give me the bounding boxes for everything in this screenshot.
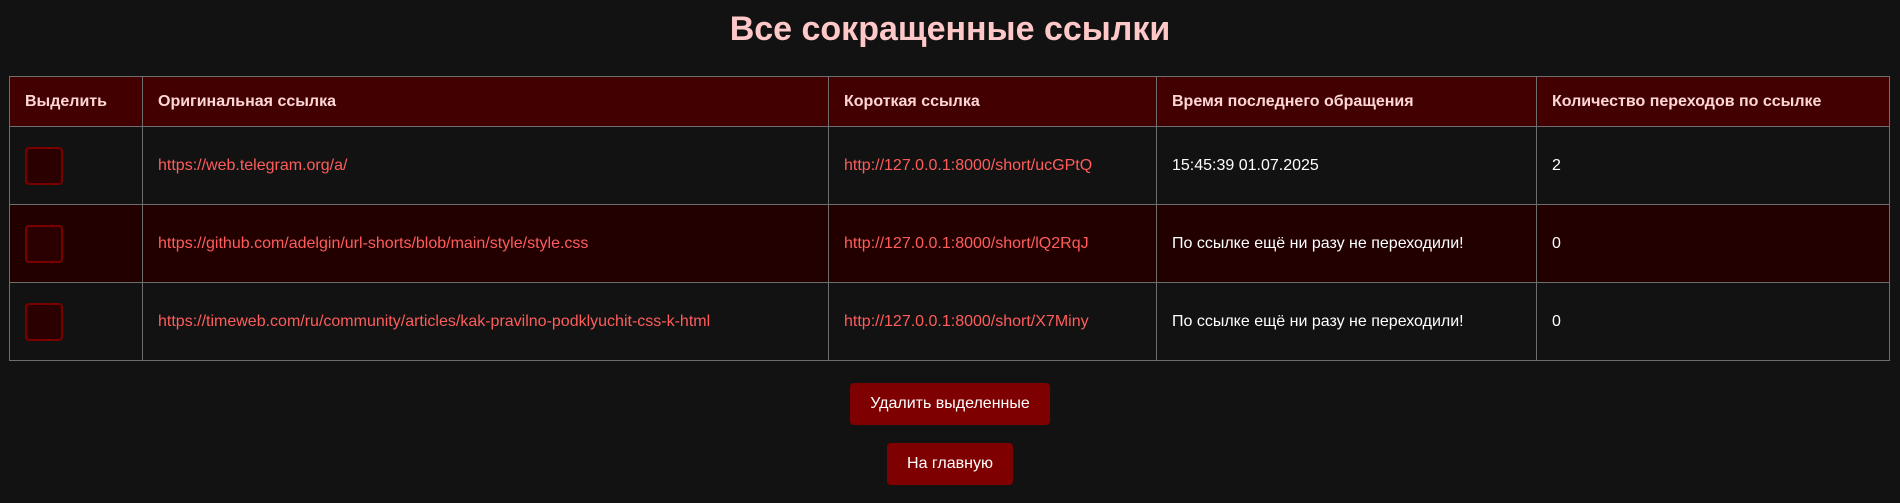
row-select-checkbox[interactable] (25, 302, 63, 341)
short-link-cell: http://127.0.0.1:8000/short/ucGPtQ (828, 126, 1157, 205)
column-header-select: Выделить (9, 76, 143, 127)
short-link[interactable]: http://127.0.0.1:8000/short/lQ2RqJ (844, 235, 1089, 252)
original-link-cell: https://github.com/adelgin/url-shorts/bl… (142, 204, 829, 283)
delete-selected-button[interactable]: Удалить выделенные (850, 383, 1050, 425)
last-access-cell: По ссылке ещё ни разу не переходили! (1156, 204, 1537, 283)
clicks-cell: 0 (1536, 204, 1890, 283)
actions-area: Удалить выделенные На главную (0, 383, 1900, 503)
clicks-cell: 2 (1536, 126, 1890, 205)
links-table-container: Выделить Оригинальная ссылка Короткая сс… (9, 76, 1890, 361)
column-header-short: Короткая ссылка (828, 76, 1157, 127)
page-title: Все сокращенные ссылки (729, 10, 1171, 48)
select-cell (9, 204, 143, 283)
row-select-checkbox[interactable] (25, 146, 63, 185)
table-row: https://timeweb.com/ru/community/article… (9, 282, 1890, 361)
last-access-cell: 15:45:39 01.07.2025 (1156, 126, 1537, 205)
original-link[interactable]: https://timeweb.com/ru/community/article… (158, 313, 710, 330)
row-select-checkbox[interactable] (25, 224, 63, 263)
original-link[interactable]: https://github.com/adelgin/url-shorts/bl… (158, 235, 588, 252)
select-cell (9, 126, 143, 205)
original-link-cell: https://timeweb.com/ru/community/article… (142, 282, 829, 361)
last-access-cell: По ссылке ещё ни разу не переходили! (1156, 282, 1537, 361)
table-row: https://github.com/adelgin/url-shorts/bl… (9, 204, 1890, 283)
clicks-cell: 0 (1536, 282, 1890, 361)
short-link-cell: http://127.0.0.1:8000/short/X7Miny (828, 282, 1157, 361)
original-link[interactable]: https://web.telegram.org/a/ (158, 157, 347, 174)
original-link-cell: https://web.telegram.org/a/ (142, 126, 829, 205)
short-link-cell: http://127.0.0.1:8000/short/lQ2RqJ (828, 204, 1157, 283)
table-row: https://web.telegram.org/a/ http://127.0… (9, 126, 1890, 205)
short-link[interactable]: http://127.0.0.1:8000/short/ucGPtQ (844, 157, 1092, 174)
table-header-row: Выделить Оригинальная ссылка Короткая сс… (9, 76, 1890, 127)
home-button[interactable]: На главную (887, 443, 1013, 485)
select-cell (9, 282, 143, 361)
column-header-last-access: Время последнего обращения (1156, 76, 1537, 127)
column-header-original: Оригинальная ссылка (142, 76, 829, 127)
short-link[interactable]: http://127.0.0.1:8000/short/X7Miny (844, 313, 1089, 330)
column-header-clicks: Количество переходов по ссылке (1536, 76, 1890, 127)
links-table: Выделить Оригинальная ссылка Короткая сс… (9, 76, 1890, 361)
